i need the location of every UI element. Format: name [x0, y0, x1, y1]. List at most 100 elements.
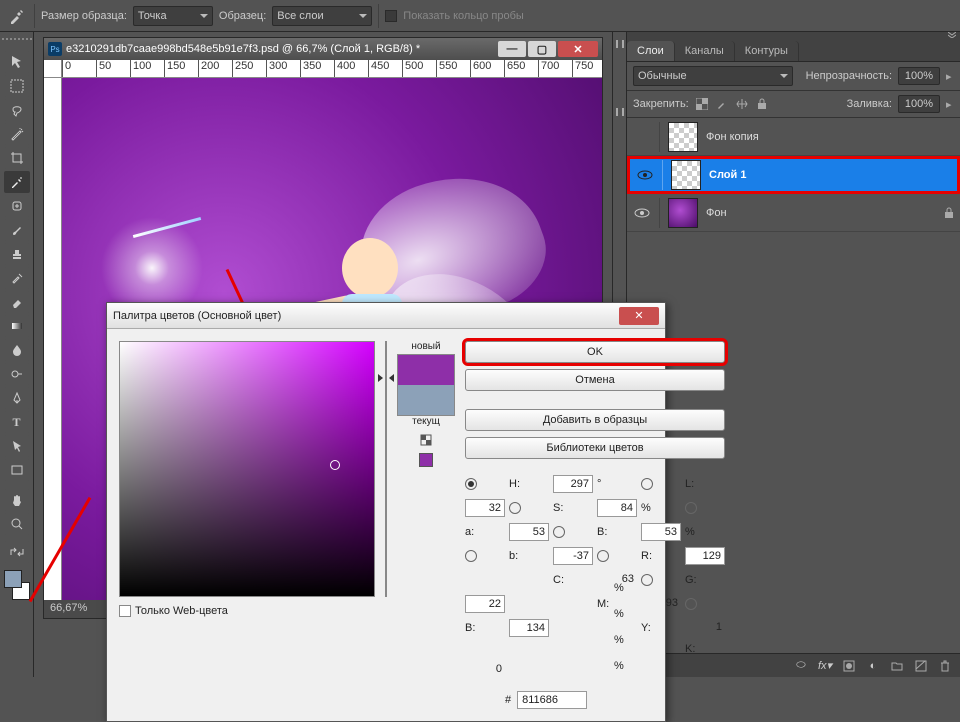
- fx-icon[interactable]: fx▾: [818, 659, 832, 673]
- h-input[interactable]: 297: [553, 475, 593, 493]
- document-titlebar[interactable]: Ps e3210291db7caae998bd548e5b91e7f3.psd …: [44, 38, 602, 60]
- radio-g[interactable]: [641, 574, 653, 586]
- radio-bb[interactable]: [685, 598, 697, 610]
- show-ring-checkbox[interactable]: [385, 10, 397, 22]
- eyedropper-tool[interactable]: [4, 171, 30, 193]
- lock-position-icon[interactable]: [735, 97, 749, 111]
- radio-b[interactable]: [465, 550, 477, 562]
- wand-tool[interactable]: [4, 123, 30, 145]
- tab-channels[interactable]: Каналы: [675, 41, 735, 61]
- radio-bv[interactable]: [553, 526, 565, 538]
- new-color-swatch[interactable]: [398, 355, 454, 385]
- tab-paths[interactable]: Контуры: [735, 41, 799, 61]
- sample-size-select[interactable]: Точка: [133, 6, 213, 26]
- dodge-tool[interactable]: [4, 363, 30, 385]
- gradient-tool[interactable]: [4, 315, 30, 337]
- hand-tool[interactable]: [4, 489, 30, 511]
- delete-layer-icon[interactable]: [938, 659, 952, 673]
- cancel-button[interactable]: Отмена: [465, 369, 725, 391]
- hue-marker[interactable]: [381, 374, 391, 382]
- gamut-warning-icon[interactable]: [419, 433, 433, 447]
- layer-row[interactable]: Фон копия: [627, 118, 960, 156]
- radio-l[interactable]: [641, 478, 653, 490]
- r-input[interactable]: 129: [685, 547, 725, 565]
- color-preview: [397, 354, 455, 416]
- foreground-color-swatch[interactable]: [4, 570, 22, 588]
- b-input[interactable]: -37: [553, 547, 593, 565]
- tab-layers[interactable]: Слои: [627, 41, 675, 61]
- layer-row[interactable]: Фон: [627, 194, 960, 232]
- sv-marker[interactable]: [330, 460, 340, 470]
- add-swatch-button[interactable]: Добавить в образцы: [465, 409, 725, 431]
- move-tool[interactable]: [4, 51, 30, 73]
- layer-thumbnail[interactable]: [671, 160, 701, 190]
- layer-thumbnail[interactable]: [668, 122, 698, 152]
- radio-a[interactable]: [685, 502, 697, 514]
- close-button[interactable]: ✕: [558, 41, 598, 57]
- color-libraries-button[interactable]: Библиотеки цветов: [465, 437, 725, 459]
- visibility-toggle[interactable]: [633, 204, 651, 222]
- layer-name[interactable]: Фон: [706, 207, 727, 219]
- lasso-tool[interactable]: [4, 99, 30, 121]
- zoom-level[interactable]: 66,67%: [50, 602, 87, 614]
- lock-transparency-icon[interactable]: [695, 97, 709, 111]
- link-layers-icon[interactable]: ⬭: [794, 659, 808, 673]
- group-icon[interactable]: [890, 659, 904, 673]
- s-input[interactable]: 84: [597, 499, 637, 517]
- color-swatches[interactable]: [2, 570, 32, 600]
- layer-thumbnail[interactable]: [668, 198, 698, 228]
- current-color-swatch[interactable]: [398, 385, 454, 415]
- l-input[interactable]: 32: [465, 499, 505, 517]
- radio-r[interactable]: [597, 550, 609, 562]
- ok-button[interactable]: OK: [465, 341, 725, 363]
- marquee-tool[interactable]: [4, 75, 30, 97]
- closest-web-swatch[interactable]: [419, 453, 433, 467]
- radio-h[interactable]: [465, 478, 477, 490]
- pen-tool[interactable]: [4, 387, 30, 409]
- blend-mode-select[interactable]: Обычные: [633, 66, 793, 86]
- layer-name[interactable]: Слой 1: [709, 169, 746, 181]
- dialog-titlebar[interactable]: Палитра цветов (Основной цвет) ✕: [107, 303, 665, 329]
- g-input[interactable]: 22: [465, 595, 505, 613]
- brush-tool[interactable]: [4, 219, 30, 241]
- web-only-checkbox[interactable]: [119, 605, 131, 617]
- mask-icon[interactable]: [842, 659, 856, 673]
- healing-tool[interactable]: [4, 195, 30, 217]
- color-switch-icon[interactable]: [4, 541, 30, 563]
- visibility-toggle[interactable]: [636, 166, 654, 184]
- layer-name[interactable]: Фон копия: [706, 131, 759, 143]
- visibility-toggle[interactable]: [633, 128, 651, 146]
- bb-input[interactable]: 134: [509, 619, 549, 637]
- crop-tool[interactable]: [4, 147, 30, 169]
- ps-file-icon: Ps: [48, 42, 62, 56]
- lock-paint-icon[interactable]: [715, 97, 729, 111]
- minimize-button[interactable]: —: [498, 41, 526, 57]
- hex-input[interactable]: 811686: [517, 691, 587, 709]
- saturation-value-picker[interactable]: [119, 341, 375, 597]
- radio-s[interactable]: [509, 502, 521, 514]
- lock-all-icon[interactable]: [755, 97, 769, 111]
- lock-icon: [944, 207, 954, 219]
- hue-slider[interactable]: [385, 341, 387, 597]
- stamp-tool[interactable]: [4, 243, 30, 265]
- opacity-input[interactable]: 100%: [898, 67, 940, 85]
- toolbox-grip[interactable]: [2, 38, 32, 46]
- eyedropper-icon: [6, 5, 28, 27]
- new-layer-icon[interactable]: [914, 659, 928, 673]
- eraser-tool[interactable]: [4, 291, 30, 313]
- path-select-tool[interactable]: [4, 435, 30, 457]
- maximize-button[interactable]: ▢: [528, 41, 556, 57]
- shape-tool[interactable]: [4, 459, 30, 481]
- layer-row[interactable]: Слой 1: [627, 156, 960, 194]
- color-picker-dialog: Палитра цветов (Основной цвет) ✕ Только …: [106, 302, 666, 722]
- history-brush-tool[interactable]: [4, 267, 30, 289]
- type-tool[interactable]: T: [4, 411, 30, 433]
- fill-input[interactable]: 100%: [898, 95, 940, 113]
- zoom-tool[interactable]: [4, 513, 30, 535]
- adjustment-icon[interactable]: ◐: [866, 659, 880, 673]
- a-input[interactable]: 53: [509, 523, 549, 541]
- blur-tool[interactable]: [4, 339, 30, 361]
- sample-select[interactable]: Все слои: [272, 6, 372, 26]
- dialog-close-button[interactable]: ✕: [619, 307, 659, 325]
- bv-input[interactable]: 53: [641, 523, 681, 541]
